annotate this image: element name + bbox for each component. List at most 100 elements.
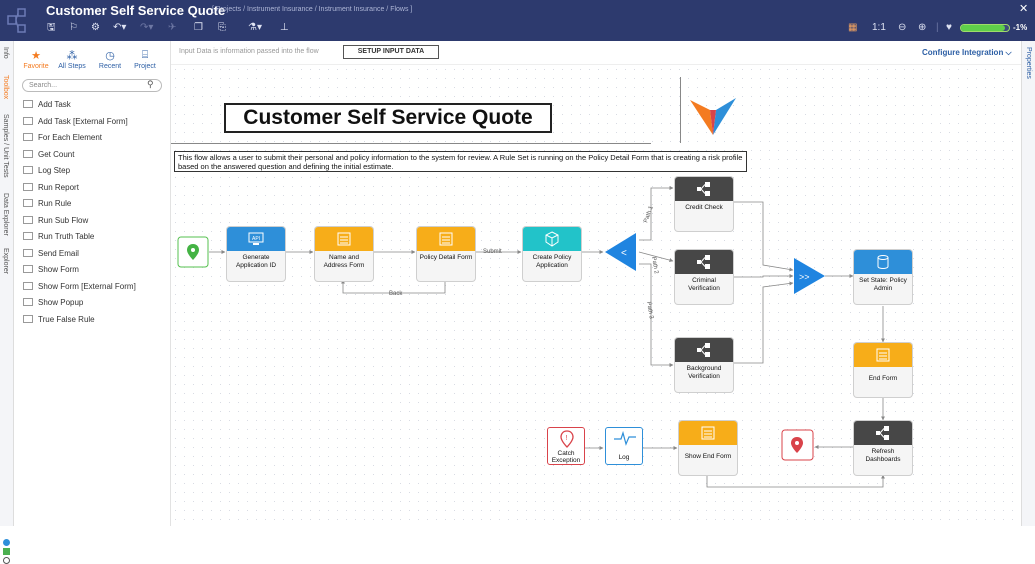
tool-item-label: Show Popup [38, 298, 84, 307]
tool-item[interactable]: Run Truth Table [23, 230, 94, 244]
zoom-out-icon[interactable]: ⊖ [898, 22, 906, 33]
node-label: Set State: Policy Admin [859, 277, 907, 292]
tool-item-label: Run Report [38, 182, 79, 192]
app-logo-icon[interactable] [6, 6, 36, 36]
status-icon[interactable] [3, 548, 10, 555]
health-percent: -1% [1013, 23, 1028, 32]
rail-tab-explorer[interactable]: Explorer [2, 248, 9, 274]
tool-item[interactable]: True False Rule [23, 313, 95, 327]
tool-item-icon [23, 133, 33, 141]
node-show-end-form[interactable]: Show End Form [679, 421, 737, 475]
tool-item-label: Show Form [38, 265, 79, 274]
tool-item-icon [23, 116, 33, 125]
node-label: Name and Address Form [323, 254, 365, 269]
paste-icon[interactable]: ⎘ [218, 22, 226, 34]
rail-tab-info[interactable]: Info [2, 47, 9, 59]
tool-item-icon [23, 215, 33, 224]
node-set-state-policy-admin[interactable]: Set State: Policy Admin [854, 250, 912, 304]
tab-project-label: Project [134, 63, 156, 70]
tool-item[interactable]: Show Popup [23, 296, 83, 310]
search-icon[interactable]: ⚲ [147, 79, 154, 90]
tool-item[interactable]: Run Report [23, 181, 79, 195]
clock-icon: ◷ [105, 50, 115, 62]
tool-item[interactable]: Add Task [External Form] [23, 115, 128, 129]
tool-item-label: For Each Element [38, 133, 103, 142]
pin-icon[interactable]: ✈ [168, 22, 176, 34]
redo-icon[interactable]: ↷▾ [140, 22, 153, 34]
form-icon [701, 426, 715, 440]
close-icon[interactable]: ✕ [1019, 2, 1028, 15]
pulse-icon [614, 430, 636, 446]
node-criminal-verification[interactable]: Criminal Verification [675, 250, 733, 304]
tool-item-label: Show Form [External Form] [38, 281, 136, 291]
node-log[interactable]: Log [605, 427, 643, 465]
tab-favorite-label: Favorite [23, 63, 49, 70]
form-icon [439, 232, 453, 246]
search-input[interactable]: Search... [22, 79, 162, 92]
node-label: Catch Exception [551, 450, 581, 464]
title-divider [171, 143, 651, 144]
node-end-form[interactable]: End Form [854, 343, 912, 397]
tool-item-icon [23, 248, 33, 257]
tool-item-icon [23, 314, 33, 323]
node-label: Background Verification [686, 365, 722, 380]
save-icon[interactable]: 🖫 [47, 22, 56, 34]
tab-project[interactable]: ⌸ Project [127, 49, 163, 70]
setup-input-data-button[interactable]: SETUP INPUT DATA [343, 45, 439, 59]
tool-item[interactable]: Add Task [23, 98, 71, 112]
node-refresh-dashboards[interactable]: Refresh Dashboards [854, 421, 912, 475]
chat-icon[interactable] [3, 539, 10, 546]
zoom-in-icon[interactable]: ⊕ [918, 22, 926, 33]
edge-label-path1: Path 1 [643, 205, 655, 224]
flow-canvas[interactable]: Submit Back Path 1 Path 2 Path 3 < >> Cu… [171, 65, 1021, 526]
configure-integration-link[interactable]: Configure Integration ⌵ [922, 48, 1012, 58]
node-background-verification[interactable]: Background Verification [675, 338, 733, 392]
node-create-policy-application[interactable]: Create Policy Application [523, 227, 581, 281]
tool-item[interactable]: Send Email [23, 247, 79, 261]
node-name-address-form[interactable]: Name and Address Form [315, 227, 373, 281]
form-icon [337, 232, 351, 246]
tool-item[interactable]: Run Sub Flow [23, 214, 88, 228]
tab-favorite[interactable]: ★ Favorite [18, 49, 54, 70]
node-label: Show End Form [684, 453, 732, 460]
node-label: Refresh Dashboards [865, 448, 901, 463]
tab-all-steps[interactable]: ⁂ All Steps [54, 49, 90, 70]
copy-icon[interactable]: ❐ [194, 22, 203, 34]
right-rail: Properties [1021, 41, 1035, 526]
tool-item[interactable]: Show Form [External Form] [23, 280, 136, 294]
tool-item[interactable]: Get Count [23, 148, 74, 162]
tool-item-label: Run Truth Table [38, 232, 95, 241]
debug-icon[interactable]: ⚗▾ [248, 22, 262, 34]
tool-item[interactable]: For Each Element [23, 131, 102, 145]
tool-item[interactable]: Log Step [23, 164, 70, 178]
node-label: Log [618, 454, 630, 461]
breadcrumb[interactable]: [ Projects / Instrument Insurance / Inst… [212, 6, 412, 13]
node-policy-detail-form[interactable]: Policy Detail Form [417, 227, 475, 281]
tool-item[interactable]: Show Form [23, 263, 79, 277]
help-icon[interactable] [3, 557, 10, 564]
tool-item-icon [23, 281, 33, 290]
grid-icon[interactable]: ▦ [848, 22, 857, 33]
rail-tab-samples[interactable]: Samples / Unit Tests [2, 114, 9, 178]
flow-title-box[interactable]: Customer Self Service Quote [224, 103, 552, 133]
rail-tab-toolbox[interactable]: Toolbox [2, 75, 9, 99]
settings-icon[interactable]: ⚙ [91, 22, 100, 34]
rail-tab-data-explorer[interactable]: Data Explorer [2, 193, 9, 236]
logo-divider [680, 77, 681, 143]
join-icon: >> [799, 272, 810, 282]
node-generate-application-id[interactable]: API Generate Application ID [227, 227, 285, 281]
tool-item[interactable]: Run Rule [23, 197, 71, 211]
undo-icon[interactable]: ↶▾ [113, 22, 126, 34]
cube-icon [545, 231, 559, 247]
health-bar [960, 24, 1010, 32]
node-catch-exception[interactable]: ! Catch Exception [547, 427, 585, 465]
fit-icon[interactable]: 1:1 [872, 22, 886, 33]
flow-description[interactable]: This flow allows a user to submit their … [174, 151, 747, 172]
tab-recent[interactable]: ◷ Recent [92, 49, 128, 70]
flag-icon[interactable]: ⚐ [69, 22, 78, 34]
node-credit-check[interactable]: Credit Check [675, 177, 733, 231]
sub-toolbar: Input Data is information passed into th… [171, 41, 1021, 65]
tree-icon[interactable]: ⊥ [280, 22, 289, 34]
tool-item-label: Run Sub Flow [38, 215, 89, 225]
properties-tab[interactable]: Properties [1025, 47, 1032, 79]
